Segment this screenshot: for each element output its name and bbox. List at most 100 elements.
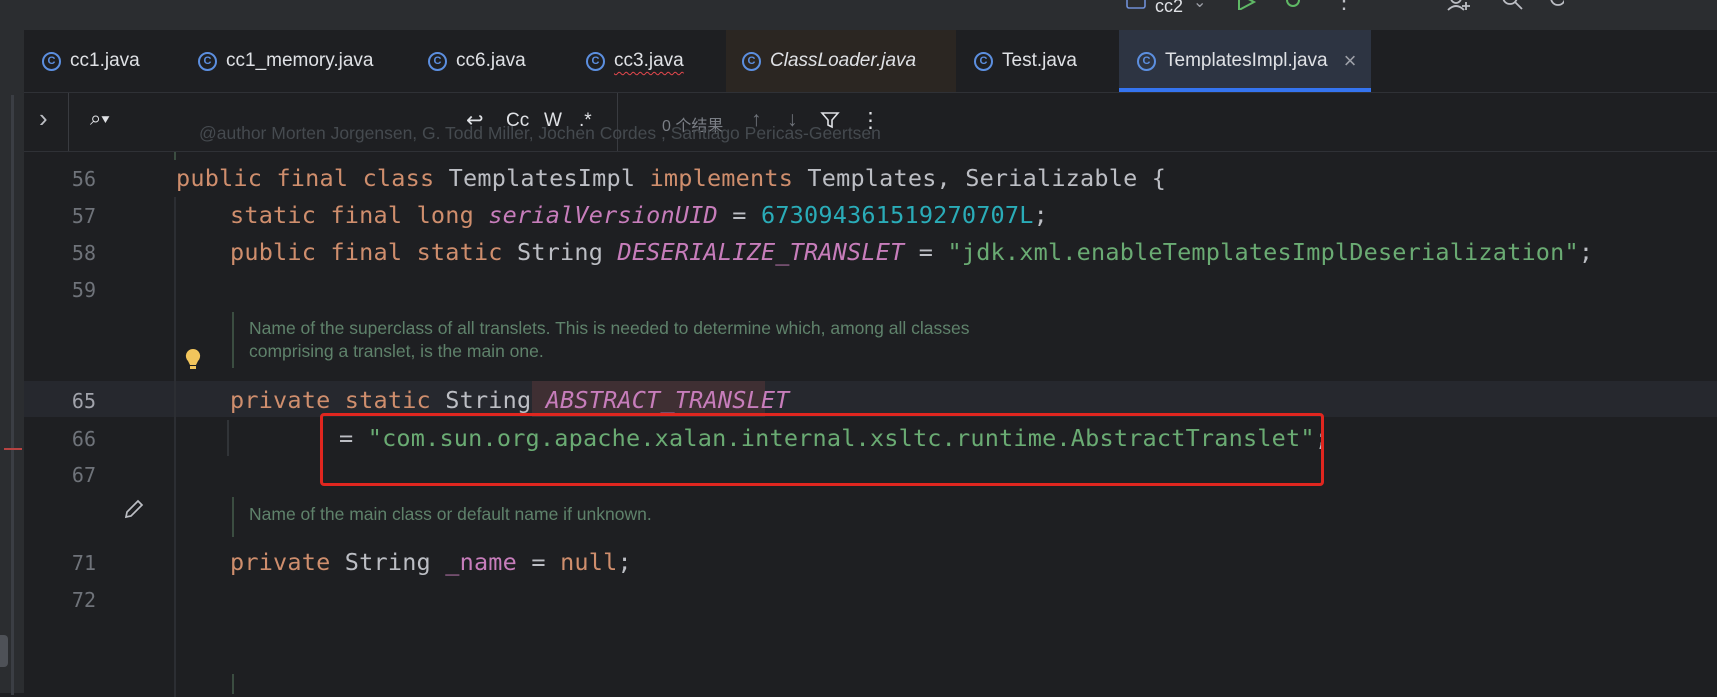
tab-label: Test.java: [1002, 50, 1077, 71]
keyword: static: [344, 386, 431, 414]
type-name: String: [445, 386, 532, 414]
tab-label: cc1_memory.java: [226, 50, 374, 71]
semicolon: ;: [1578, 238, 1594, 266]
type-name: String: [517, 238, 604, 266]
field-name: ABSTRACT_TRANSLET: [545, 386, 790, 414]
keyword: public: [176, 164, 263, 192]
doc-fragment: @author Morten Jorgensen, G. Todd Miller…: [199, 123, 881, 143]
operator: =: [531, 548, 546, 576]
type-name: String: [344, 548, 431, 576]
keyword: private: [230, 548, 331, 576]
folder-icon: [1126, 0, 1152, 20]
semicolon: ;: [617, 548, 632, 576]
doc-bar: [232, 497, 234, 537]
line-number: 57: [71, 204, 96, 228]
tab-label: cc1.java: [70, 50, 140, 71]
class-icon: C: [742, 51, 761, 71]
field-name: DESERIALIZE_TRANSLET: [617, 238, 905, 266]
class-icon: C: [198, 51, 217, 71]
keyword: static: [416, 238, 503, 266]
class-icon: C: [1137, 51, 1156, 71]
line-number: 56: [71, 167, 96, 191]
doc-comment: Name of the main class or default name i…: [249, 504, 652, 524]
search-history-icon[interactable]: ⌕▾: [90, 108, 110, 131]
tab-label: TemplatesImpl.java: [1165, 50, 1328, 71]
number-literal: 673094361519270707L: [760, 201, 1034, 229]
operator: =: [918, 238, 934, 266]
editor-tab-bar: C cc1.java C cc1_memory.java C cc6.java …: [24, 30, 1717, 93]
line-number: 66: [71, 427, 96, 451]
class-icon: C: [586, 51, 605, 71]
tab-cc1[interactable]: C cc1.java: [42, 30, 140, 92]
active-tab-indicator: [1119, 88, 1371, 92]
annotation-highlight-box: [320, 413, 1324, 486]
semicolon: ;: [1033, 201, 1048, 229]
code-line-65: private static String ABSTRACT_TRANSLET: [230, 386, 790, 414]
left-tool-strip: [0, 30, 24, 695]
code-editor[interactable]: @author Morten Jorgensen, G. Todd Miller…: [24, 123, 1717, 697]
run-config-selector[interactable]: cc2: [1155, 0, 1183, 17]
line-number: 65: [71, 389, 96, 413]
tab-templatesimpl[interactable]: C TemplatesImpl.java ×: [1119, 30, 1371, 92]
tab-label: ClassLoader.java: [770, 50, 917, 71]
doc-bar: [232, 674, 234, 694]
code-line-57: static final long serialVersionUID = 673…: [230, 201, 1048, 229]
left-scrollbar[interactable]: [11, 95, 14, 695]
field-name: serialVersionUID: [488, 201, 718, 229]
search-icon[interactable]: [1500, 0, 1526, 20]
tab-cc1-memory[interactable]: C cc1_memory.java: [198, 30, 373, 92]
tab-label: cc6.java: [456, 50, 526, 71]
indent-guide: [174, 197, 176, 697]
keyword: final: [276, 164, 349, 192]
main-toolbar: cc2 ⌄ ⋮: [0, 0, 1717, 30]
indent-guide: [227, 420, 229, 456]
error-marker: [4, 448, 22, 450]
class-name: TemplatesImpl: [448, 164, 636, 192]
class-icon: C: [974, 51, 993, 71]
keyword: static: [230, 201, 317, 229]
code-line-56: public final class TemplatesImpl impleme…: [176, 164, 1166, 192]
doc-comment: Name of the superclass of all translets.…: [249, 317, 969, 363]
line-number: 71: [71, 551, 96, 575]
code-line-58: public final static String DESERIALIZE_T…: [230, 238, 1593, 266]
tab-label: cc3.java: [614, 50, 684, 71]
edit-pencil-icon[interactable]: [122, 497, 146, 526]
lightbulb-icon[interactable]: [184, 348, 202, 377]
tab-cc6[interactable]: C cc6.java: [428, 30, 526, 92]
class-icon: C: [42, 51, 61, 71]
doc-bar: [232, 312, 234, 368]
tool-window-handle[interactable]: [0, 635, 8, 667]
tab-test[interactable]: C Test.java: [974, 30, 1077, 92]
expand-replace-icon[interactable]: ›: [39, 103, 48, 134]
close-tab-icon[interactable]: ×: [1344, 48, 1357, 74]
keyword: final: [330, 201, 403, 229]
string-literal: "jdk.xml.enableTemplatesImplDeserializat…: [947, 238, 1579, 266]
add-user-icon[interactable]: [1446, 0, 1472, 20]
more-icon[interactable]: ⋮: [1333, 0, 1359, 14]
operator: =: [732, 201, 747, 229]
tab-classloader[interactable]: C ClassLoader.java: [726, 30, 956, 92]
class-icon: C: [428, 51, 447, 71]
run-icon[interactable]: [1236, 0, 1262, 20]
keyword: private: [230, 386, 331, 414]
line-number: 72: [71, 588, 96, 612]
keyword: implements: [649, 164, 794, 192]
doc-line: comprising a translet, is the main one.: [249, 341, 544, 361]
divider: [68, 93, 69, 151]
line-number: 67: [71, 463, 96, 487]
chevron-down-icon[interactable]: ⌄: [1193, 0, 1219, 18]
keyword: long: [416, 201, 474, 229]
doc-bar: [174, 152, 176, 160]
doc-line: Name of the superclass of all translets.…: [249, 318, 970, 338]
keyword: null: [560, 548, 618, 576]
keyword: final: [330, 238, 403, 266]
code-text: Templates, Serializable {: [807, 164, 1167, 192]
line-number: 58: [71, 241, 96, 265]
field-name: _name: [445, 548, 517, 576]
code-line-71: private String _name = null;: [230, 548, 632, 576]
debug-icon[interactable]: [1282, 0, 1308, 20]
tab-cc3[interactable]: C cc3.java: [586, 30, 684, 92]
keyword: public: [230, 238, 317, 266]
settings-icon[interactable]: [1548, 0, 1574, 20]
line-number: 59: [71, 278, 96, 302]
